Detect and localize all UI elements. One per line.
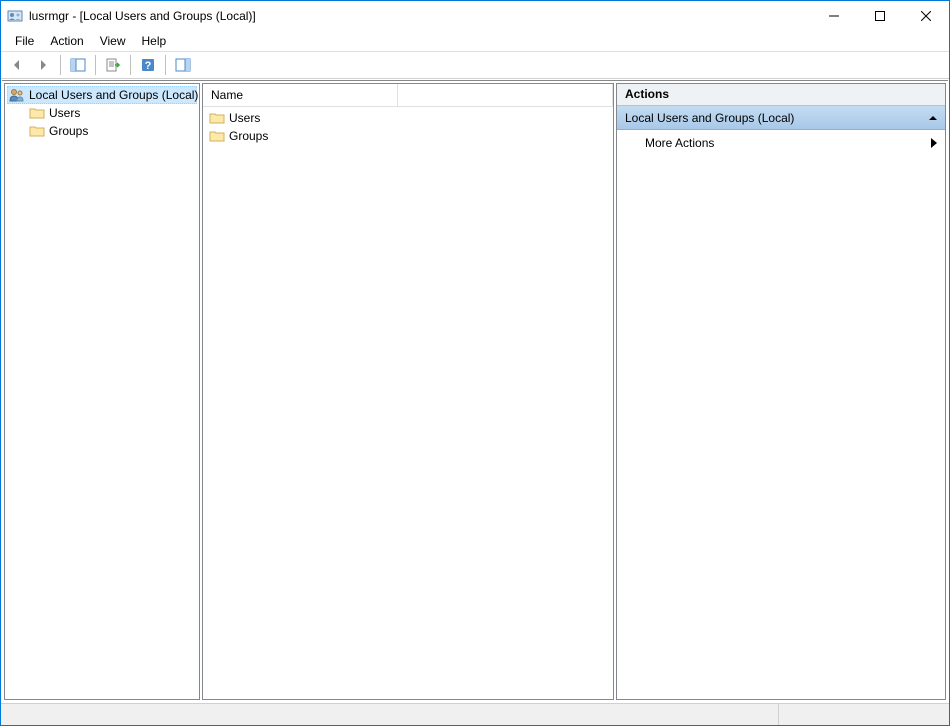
help-button[interactable]: ?	[136, 54, 160, 76]
list-body[interactable]: Users Groups	[203, 107, 613, 699]
actions-item-label: More Actions	[645, 136, 714, 150]
svg-text:?: ?	[145, 60, 152, 72]
folder-icon	[209, 128, 225, 144]
list-item-groups[interactable]: Groups	[205, 127, 611, 145]
menu-file[interactable]: File	[7, 32, 42, 50]
main-area: Local Users and Groups (Local) Users Gro…	[2, 80, 948, 702]
toolbar-separator	[165, 55, 166, 75]
toolbar-separator	[130, 55, 131, 75]
status-cell	[779, 704, 949, 725]
collapse-icon	[929, 114, 937, 122]
menu-help[interactable]: Help	[134, 32, 175, 50]
submenu-arrow-icon	[931, 138, 937, 148]
users-groups-icon	[9, 87, 25, 103]
tree-item-label: Groups	[49, 124, 88, 138]
menu-view[interactable]: View	[92, 32, 134, 50]
maximize-button[interactable]	[857, 1, 903, 31]
tree-root-label: Local Users and Groups (Local)	[29, 88, 198, 102]
column-header-blank[interactable]	[398, 84, 613, 106]
folder-icon	[29, 123, 45, 139]
toolbar: ?	[1, 51, 949, 79]
actions-header: Actions	[617, 84, 945, 106]
actions-section-header[interactable]: Local Users and Groups (Local)	[617, 106, 945, 130]
window-title: lusrmgr - [Local Users and Groups (Local…	[29, 9, 811, 23]
show-hide-action-pane-button[interactable]	[171, 54, 195, 76]
tree-item-groups[interactable]: Groups	[7, 122, 197, 140]
menu-bar: File Action View Help	[1, 31, 949, 51]
folder-icon	[29, 105, 45, 121]
menu-action[interactable]: Action	[42, 32, 91, 50]
actions-panel: Actions Local Users and Groups (Local) M…	[616, 83, 946, 700]
actions-section-label: Local Users and Groups (Local)	[625, 111, 794, 125]
tree-item-label: Users	[49, 106, 80, 120]
tree-root-local-users-and-groups[interactable]: Local Users and Groups (Local)	[7, 86, 197, 104]
window-frame: lusrmgr - [Local Users and Groups (Local…	[0, 0, 950, 726]
list-item-label: Users	[229, 111, 260, 125]
export-list-button[interactable]	[101, 54, 125, 76]
toolbar-separator	[95, 55, 96, 75]
list-item-label: Groups	[229, 129, 268, 143]
status-bar	[1, 703, 949, 725]
column-header-name[interactable]: Name	[203, 84, 398, 106]
show-hide-tree-button[interactable]	[66, 54, 90, 76]
minimize-button[interactable]	[811, 1, 857, 31]
list-panel: Name Users	[202, 83, 614, 700]
list-header: Name	[203, 84, 613, 107]
title-bar: lusrmgr - [Local Users and Groups (Local…	[1, 1, 949, 31]
window-controls	[811, 1, 949, 31]
toolbar-separator	[60, 55, 61, 75]
folder-icon	[209, 110, 225, 126]
back-button[interactable]	[5, 54, 29, 76]
app-icon	[7, 8, 23, 24]
tree-panel[interactable]: Local Users and Groups (Local) Users Gro…	[4, 83, 200, 700]
close-button[interactable]	[903, 1, 949, 31]
forward-button[interactable]	[31, 54, 55, 76]
status-cell	[1, 704, 779, 725]
list-item-users[interactable]: Users	[205, 109, 611, 127]
tree-item-users[interactable]: Users	[7, 104, 197, 122]
actions-more-actions[interactable]: More Actions	[617, 130, 945, 156]
